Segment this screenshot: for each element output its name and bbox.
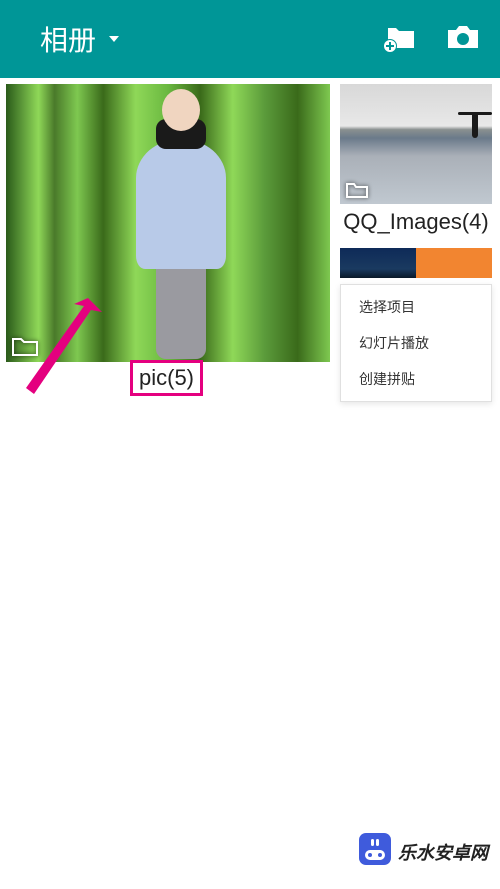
- album-qq-thumb[interactable]: [340, 84, 492, 204]
- menu-slideshow[interactable]: 幻灯片播放: [341, 325, 491, 361]
- album-pic-thumb[interactable]: [6, 84, 330, 362]
- menu-select-items[interactable]: 选择项目: [341, 289, 491, 325]
- app-header: 相册: [0, 0, 500, 78]
- album-screenshots[interactable]: [340, 248, 492, 278]
- album-pic-label-highlight: pic(5): [130, 360, 203, 396]
- context-menu[interactable]: 选择项目 幻灯片播放 创建拼贴: [340, 284, 492, 402]
- album-pic[interactable]: [6, 84, 330, 362]
- header-title: 相册: [40, 19, 96, 59]
- watermark: 乐水安卓网: [358, 832, 488, 871]
- title-dropdown[interactable]: 相册: [40, 19, 122, 59]
- folder-icon: [12, 336, 38, 356]
- album-pic-label: pic(5): [139, 365, 194, 390]
- folder-icon: [346, 182, 368, 198]
- watermark-text: 乐水安卓网: [398, 839, 488, 865]
- thumb-tile: [340, 248, 416, 278]
- thumb-tile: [416, 248, 492, 278]
- dropdown-arrow-icon: [106, 31, 122, 47]
- new-folder-icon[interactable]: [382, 22, 416, 57]
- album-qq-images[interactable]: QQ_Images(4): [340, 84, 492, 240]
- album-screenshots-thumb[interactable]: [340, 248, 492, 278]
- album-qq-label: QQ_Images(4): [343, 204, 489, 240]
- camera-icon[interactable]: [446, 23, 480, 56]
- watermark-logo-icon: [358, 832, 392, 871]
- menu-create-collage[interactable]: 创建拼贴: [341, 361, 491, 397]
